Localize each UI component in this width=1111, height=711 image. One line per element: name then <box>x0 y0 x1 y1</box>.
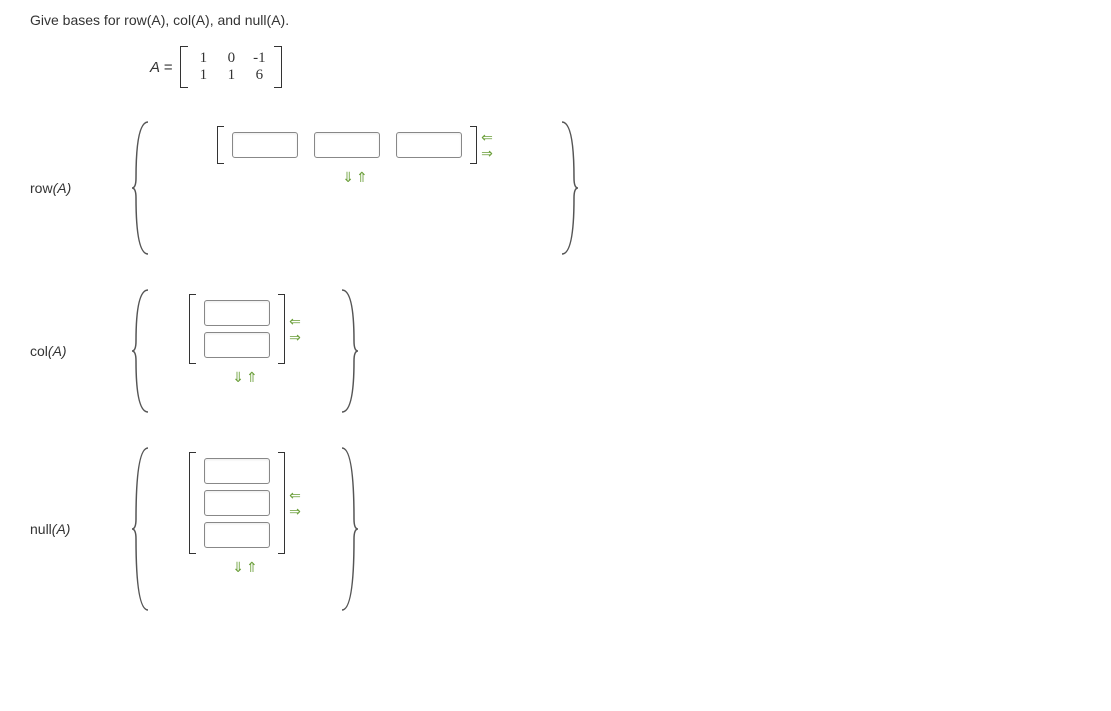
dimension-arrows-vertical: ⇓ ⇑ <box>232 370 257 384</box>
basis-set: ⇐ ⇒ ⇓ ⇑ <box>189 452 301 574</box>
curly-brace-left <box>130 118 152 258</box>
vector-entry-input[interactable] <box>396 132 462 158</box>
vector-entry-input[interactable] <box>204 332 270 358</box>
dimension-arrows-vertical: ⇓ ⇑ <box>232 560 257 574</box>
matrix-lhs: A = <box>150 59 172 76</box>
arrow-left-icon[interactable]: ⇐ <box>481 130 493 144</box>
dimension-arrows-horizontal: ⇐ ⇒ <box>481 130 493 160</box>
bracket-right <box>274 46 282 88</box>
vector-entry-input[interactable] <box>204 300 270 326</box>
prompt-text: Give bases for row(A), col(A), and null(… <box>30 12 1081 28</box>
dimension-arrows-vertical: ⇓ ⇑ <box>342 170 367 184</box>
vector-bracket <box>189 294 285 364</box>
vector-bracket <box>189 452 285 554</box>
arrow-down-icon[interactable]: ⇓ <box>232 560 244 574</box>
matrix-cell: -1 <box>250 50 268 67</box>
curly-brace-right <box>338 444 360 614</box>
basis-set: ⇐ ⇒ ⇓ ⇑ <box>217 126 493 184</box>
matrix-cell: 0 <box>222 50 240 67</box>
arrow-up-icon[interactable]: ⇑ <box>246 370 258 384</box>
dimension-arrows-horizontal: ⇐ ⇒ <box>289 488 301 518</box>
arrow-left-icon[interactable]: ⇐ <box>289 488 301 502</box>
vector-entry-input[interactable] <box>204 490 270 516</box>
matrix-cell: 6 <box>250 67 268 84</box>
curly-brace-left <box>130 444 152 614</box>
arrow-left-icon[interactable]: ⇐ <box>289 314 301 328</box>
matrix-cell: 1 <box>194 50 212 67</box>
matrix-cell: 1 <box>194 67 212 84</box>
section-row: row(A) ⇐ ⇒ ⇓ ⇑ <box>30 118 1081 258</box>
arrow-right-icon[interactable]: ⇒ <box>289 504 301 518</box>
arrow-down-icon[interactable]: ⇓ <box>342 170 354 184</box>
section-label: col(A) <box>30 343 130 359</box>
arrow-up-icon[interactable]: ⇑ <box>246 560 258 574</box>
matrix-A: 1 0 -1 1 1 6 <box>180 46 282 88</box>
bracket-left <box>180 46 188 88</box>
curly-brace-right <box>338 286 360 416</box>
vector-entry-input[interactable] <box>232 132 298 158</box>
section-null: null(A) ⇐ ⇒ ⇓ ⇑ <box>30 444 1081 614</box>
vector-entry-input[interactable] <box>204 458 270 484</box>
vector-entry-input[interactable] <box>314 132 380 158</box>
dimension-arrows-horizontal: ⇐ ⇒ <box>289 314 301 344</box>
arrow-right-icon[interactable]: ⇒ <box>289 330 301 344</box>
arrow-down-icon[interactable]: ⇓ <box>232 370 244 384</box>
vector-entry-input[interactable] <box>204 522 270 548</box>
section-label: null(A) <box>30 521 130 537</box>
curly-brace-left <box>130 286 152 416</box>
section-label: row(A) <box>30 180 130 196</box>
matrix-cell: 1 <box>222 67 240 84</box>
arrow-right-icon[interactable]: ⇒ <box>481 146 493 160</box>
matrix-definition: A = 1 0 -1 1 1 6 <box>150 46 1081 88</box>
section-col: col(A) ⇐ ⇒ ⇓ ⇑ <box>30 286 1081 416</box>
vector-bracket <box>217 126 477 164</box>
curly-brace-right <box>558 118 580 258</box>
basis-set: ⇐ ⇒ ⇓ ⇑ <box>189 294 301 384</box>
arrow-up-icon[interactable]: ⇑ <box>356 170 368 184</box>
